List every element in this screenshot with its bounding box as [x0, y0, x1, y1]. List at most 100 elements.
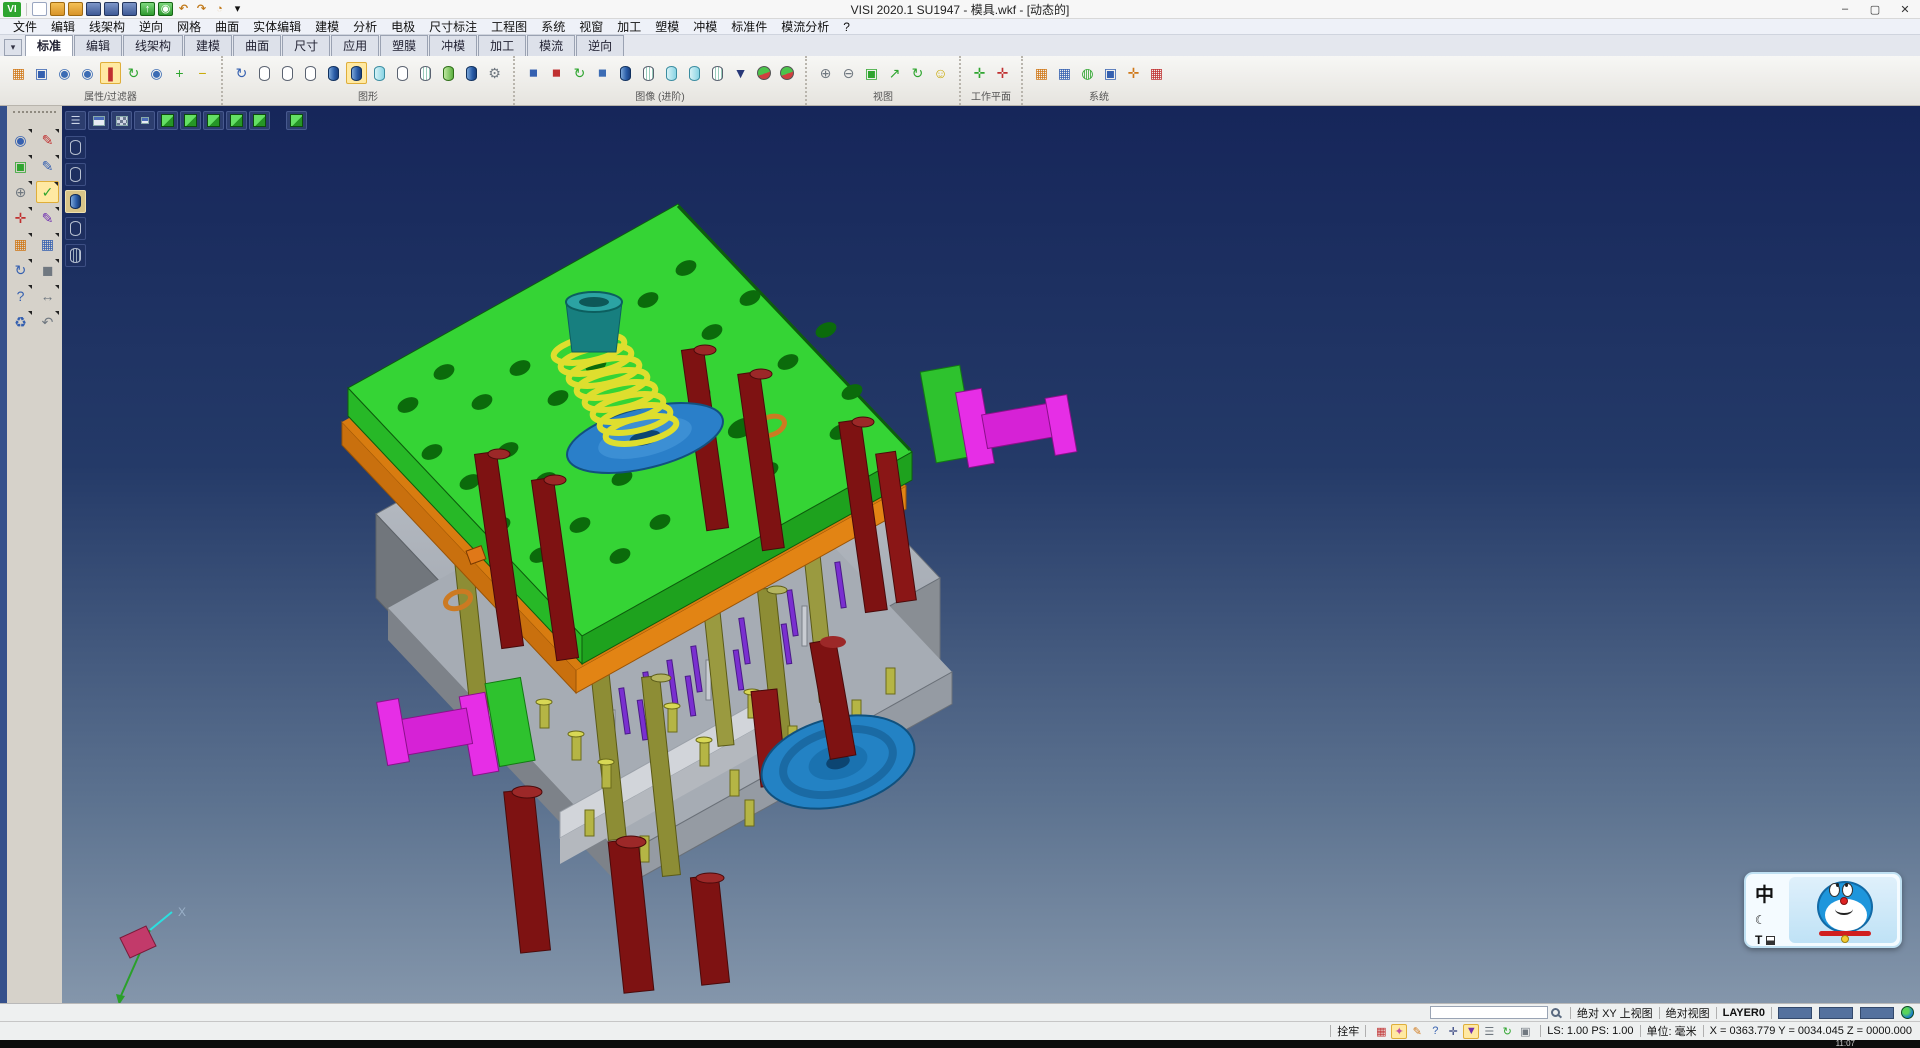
- toolbar-drag-handle[interactable]: [13, 111, 56, 117]
- cone-direction-icon[interactable]: ▼: [1463, 1024, 1479, 1039]
- open-file-icon[interactable]: [50, 2, 65, 16]
- img-cyl-wire-icon[interactable]: [707, 62, 728, 84]
- menu-mould[interactable]: 塑模: [648, 18, 686, 35]
- img-add-icon[interactable]: ◼: [523, 62, 544, 84]
- shade-wireframe-icon[interactable]: [65, 136, 86, 159]
- eye-add-icon[interactable]: ◉: [54, 62, 75, 84]
- smiley-view-icon[interactable]: ☺: [930, 62, 951, 84]
- tab-dropdown-icon[interactable]: ▾: [4, 39, 22, 56]
- iso-view-2-icon[interactable]: [180, 111, 201, 130]
- delete-trash-icon[interactable]: ♻: [9, 311, 32, 333]
- cylinder-transparent-icon[interactable]: [369, 62, 390, 84]
- color-swatch-3[interactable]: [1860, 1007, 1894, 1019]
- right-handle-assembly[interactable]: [920, 365, 1077, 467]
- cylinder-outline2-icon[interactable]: [277, 62, 298, 84]
- menu-wireframe[interactable]: 线架构: [82, 18, 132, 35]
- solid-cube-icon[interactable]: ◼: [36, 259, 59, 281]
- color-palette-icon[interactable]: ▦: [1031, 62, 1052, 84]
- ime-keyboard-icon[interactable]: [1766, 936, 1775, 945]
- sphere-arrow-icon[interactable]: [776, 62, 797, 84]
- iso-view-3-icon[interactable]: [203, 111, 224, 130]
- snap-hand-icon[interactable]: ✛: [1123, 62, 1144, 84]
- viewport-menu-icon[interactable]: ☰: [65, 111, 86, 130]
- color-table-icon[interactable]: ▦: [1054, 62, 1075, 84]
- maximize-button[interactable]: ▢: [1860, 0, 1890, 18]
- menu-system[interactable]: 系统: [534, 18, 572, 35]
- tab-flow[interactable]: 模流: [527, 35, 575, 56]
- workplane-axes-icon[interactable]: ✛: [969, 62, 990, 84]
- img-refresh-icon[interactable]: ↻: [569, 62, 590, 84]
- save-as-icon[interactable]: [104, 2, 119, 16]
- tab-stamping[interactable]: 冲模: [429, 35, 477, 56]
- minimize-button[interactable]: –: [1830, 0, 1860, 18]
- ime-tool-icon[interactable]: T: [1755, 933, 1762, 947]
- grid-red-icon[interactable]: ▦: [1146, 62, 1167, 84]
- export-icon[interactable]: ↑: [140, 2, 155, 16]
- menu-flow-analysis[interactable]: 模流分析: [774, 18, 836, 35]
- open-copy-icon[interactable]: [68, 2, 83, 16]
- attr-paint-icon[interactable]: ▦: [8, 62, 29, 84]
- preview-icon[interactable]: ◉: [158, 2, 173, 16]
- tab-surface[interactable]: 曲面: [233, 35, 281, 56]
- layer-list-icon[interactable]: ☰: [1481, 1024, 1497, 1039]
- regen-icon[interactable]: ↻: [231, 62, 252, 84]
- menu-surface[interactable]: 曲面: [208, 18, 246, 35]
- mold-assembly-model[interactable]: X: [62, 106, 1920, 1003]
- attr-copy-icon[interactable]: ▣: [31, 62, 52, 84]
- menu-analysis[interactable]: 分析: [346, 18, 384, 35]
- shade-edges-icon[interactable]: [65, 217, 86, 240]
- menu-modeling[interactable]: 建模: [308, 18, 346, 35]
- menu-solid-edit[interactable]: 实体编辑: [246, 18, 308, 35]
- snap-grid-icon[interactable]: ▦: [1373, 1024, 1389, 1039]
- cylinder-shaded-icon[interactable]: [323, 62, 344, 84]
- curve-edit-icon[interactable]: ✎: [36, 155, 59, 177]
- help-icon[interactable]: ?: [9, 285, 32, 307]
- new-file-icon[interactable]: [32, 2, 47, 16]
- ime-panel[interactable]: 中 ☾ T: [1744, 872, 1902, 948]
- eye-invert-icon[interactable]: ◉: [146, 62, 167, 84]
- grid-window-icon[interactable]: ▣: [1517, 1024, 1533, 1039]
- tab-standard[interactable]: 标准: [25, 35, 73, 56]
- zoom-out-icon[interactable]: ⊖: [838, 62, 859, 84]
- cylinder-copy-icon[interactable]: [461, 62, 482, 84]
- mini-view-icon[interactable]: [134, 111, 155, 130]
- history-icon[interactable]: ◔: [212, 2, 227, 16]
- menu-dimension[interactable]: 尺寸标注: [422, 18, 484, 35]
- save-icon[interactable]: [86, 2, 101, 16]
- tab-modeling[interactable]: 建模: [184, 35, 232, 56]
- lock-toggle[interactable]: 拴牢: [1337, 1023, 1359, 1039]
- zoom-scale-icon[interactable]: ⊕: [9, 181, 32, 203]
- tab-apply[interactable]: 应用: [331, 35, 379, 56]
- cylinder-outline-icon[interactable]: [254, 62, 275, 84]
- tab-reverse[interactable]: 逆向: [576, 35, 624, 56]
- close-button[interactable]: ✕: [1890, 0, 1920, 18]
- absolute-view-status[interactable]: 绝对视图: [1666, 1005, 1710, 1021]
- select-sparkle-icon[interactable]: ✦: [1391, 1024, 1407, 1039]
- save-all-icon[interactable]: [122, 2, 137, 16]
- img-cyl-striped-icon[interactable]: [638, 62, 659, 84]
- img-cyl-check-icon[interactable]: [661, 62, 682, 84]
- tab-wireframe[interactable]: 线架构: [123, 35, 183, 56]
- cylinder-wire-icon[interactable]: [415, 62, 436, 84]
- window-settings-icon[interactable]: ▣: [1100, 62, 1121, 84]
- back-arrow-icon[interactable]: ↶: [36, 311, 59, 333]
- ucs-axes-icon[interactable]: ✛: [9, 207, 32, 229]
- menu-electrode[interactable]: 电极: [384, 18, 422, 35]
- rotate-mode-icon[interactable]: ↻: [1499, 1024, 1515, 1039]
- window-mode-icon[interactable]: [88, 111, 109, 130]
- menu-help[interactable]: ?: [836, 20, 857, 34]
- transparency-icon[interactable]: [111, 111, 132, 130]
- os-taskbar[interactable]: 11:07: [0, 1040, 1920, 1048]
- view-orientation-status[interactable]: 绝对 XY 上视图: [1577, 1005, 1653, 1021]
- tab-dimension[interactable]: 尺寸: [282, 35, 330, 56]
- dynamic-zoom-icon[interactable]: ◉: [9, 129, 32, 151]
- menu-reverse[interactable]: 逆向: [132, 18, 170, 35]
- color-swatch-2[interactable]: [1819, 1007, 1853, 1019]
- window-select-icon[interactable]: ▣: [9, 155, 32, 177]
- menu-stamping[interactable]: 冲模: [686, 18, 724, 35]
- undo-icon[interactable]: ↶: [176, 2, 191, 16]
- menu-standard-parts[interactable]: 标准件: [724, 18, 774, 35]
- globe-icon[interactable]: [1901, 1006, 1914, 1019]
- zoom-in-icon[interactable]: ⊕: [815, 62, 836, 84]
- confirm-check-icon[interactable]: ✓: [36, 181, 59, 203]
